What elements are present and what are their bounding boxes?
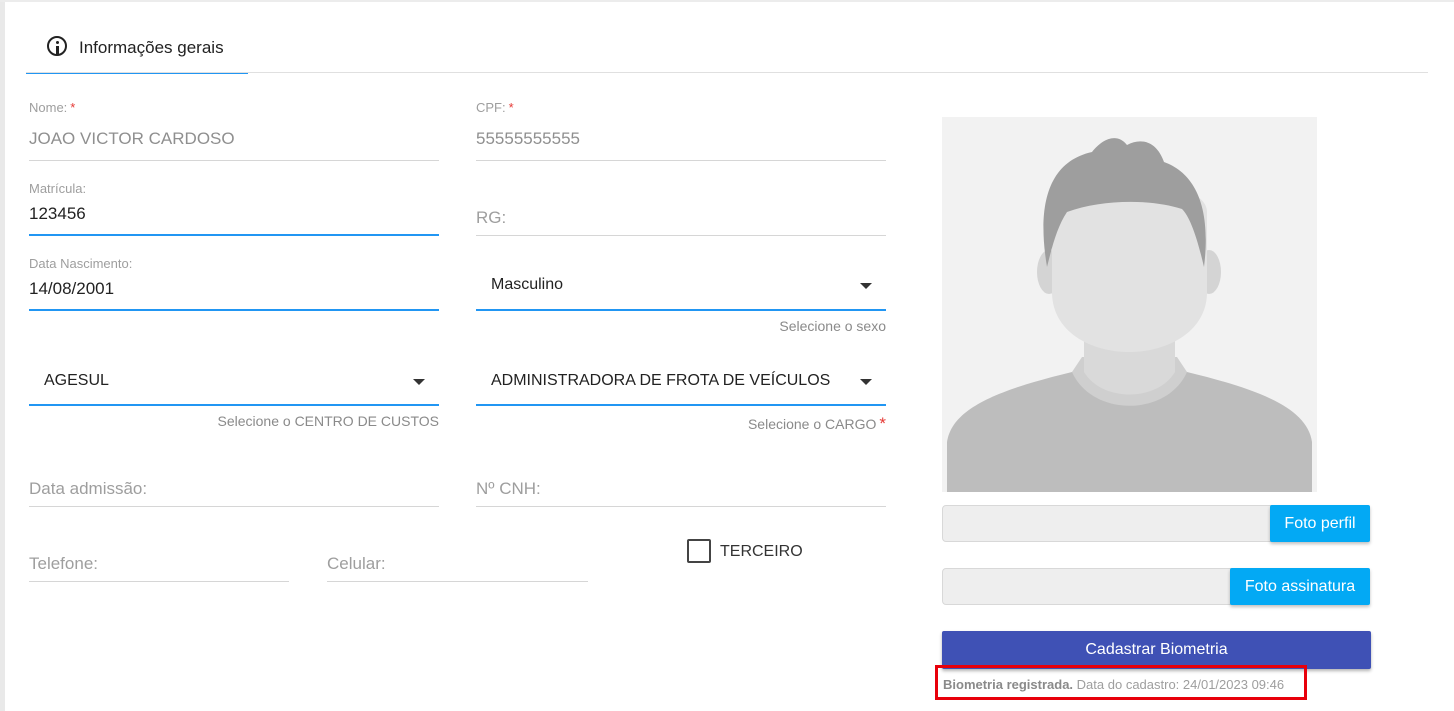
data-nascimento-value: 14/08/2001 xyxy=(29,279,115,298)
celular-field[interactable]: Celular: xyxy=(327,535,588,582)
cnh-field[interactable]: Nº CNH: xyxy=(476,460,886,507)
cargo-select[interactable]: ADMINISTRADORA DE FROTA DE VEÍCULOS xyxy=(476,360,886,406)
centro-custos-hint: Selecione o CENTRO DE CUSTOS xyxy=(217,413,439,429)
telefone-placeholder: Telefone: xyxy=(29,554,98,573)
nome-field[interactable]: Nome: * JOAO VICTOR CARDOSO xyxy=(29,100,439,161)
nome-value: JOAO VICTOR CARDOSO xyxy=(29,129,235,148)
rg-field[interactable]: RG: xyxy=(476,181,886,236)
sexo-select[interactable]: Masculino xyxy=(476,265,886,311)
biometria-status-highlight: Biometria registrada. Data do cadastro: … xyxy=(935,665,1307,700)
terceiro-label: TERCEIRO xyxy=(720,543,803,560)
cpf-label: CPF: * xyxy=(476,100,514,115)
sexo-hint: Selecione o sexo xyxy=(779,318,886,334)
chevron-down-icon xyxy=(413,379,425,385)
matricula-label: Matrícula: xyxy=(29,181,87,196)
foto-assinatura-file-input[interactable]: Foto assinatura xyxy=(942,568,1370,605)
celular-placeholder: Celular: xyxy=(327,554,386,573)
data-nascimento-label: Data Nascimento: xyxy=(29,256,133,271)
chevron-down-icon xyxy=(860,379,872,385)
cpf-value: 55555555555 xyxy=(476,129,581,148)
foto-perfil-file-input[interactable]: Foto perfil xyxy=(942,505,1370,542)
biometria-status: Biometria registrada. Data do cadastro: … xyxy=(943,677,1285,692)
data-admissao-placeholder: Data admissão: xyxy=(29,479,148,498)
data-admissao-field[interactable]: Data admissão: xyxy=(29,460,439,507)
sexo-value: Masculino xyxy=(491,276,564,293)
data-nascimento-field[interactable]: Data Nascimento: 14/08/2001 xyxy=(29,256,439,311)
foto-perfil-button[interactable]: Foto perfil xyxy=(1270,505,1370,542)
centro-custos-select[interactable]: AGESUL xyxy=(29,360,439,406)
foto-assinatura-button[interactable]: Foto assinatura xyxy=(1230,568,1370,605)
cargo-value: ADMINISTRADORA DE FROTA DE VEÍCULOS xyxy=(491,372,831,389)
terceiro-checkbox[interactable] xyxy=(687,539,711,563)
info-icon xyxy=(47,36,67,56)
cpf-field[interactable]: CPF: * 55555555555 xyxy=(476,100,886,161)
matricula-field[interactable]: Matrícula: 123456 xyxy=(29,181,439,236)
profile-photo xyxy=(942,117,1317,492)
centro-custos-value: AGESUL xyxy=(44,372,109,389)
chevron-down-icon xyxy=(860,283,872,289)
matricula-value: 123456 xyxy=(29,204,86,223)
cadastrar-biometria-button[interactable]: Cadastrar Biometria xyxy=(942,631,1371,669)
nome-label: Nome: * xyxy=(29,100,76,115)
window-top-edge xyxy=(0,0,1454,2)
window-left-edge xyxy=(0,0,5,711)
tab-label: Informações gerais xyxy=(79,38,224,57)
avatar-placeholder-icon xyxy=(947,138,1312,492)
tab-informacoes-gerais[interactable]: Informações gerais xyxy=(26,30,248,74)
telefone-field[interactable]: Telefone: xyxy=(29,535,289,582)
cnh-placeholder: Nº CNH: xyxy=(476,479,541,498)
tab-divider xyxy=(26,72,1428,73)
cargo-hint: Selecione o CARGO * xyxy=(747,414,886,433)
rg-placeholder: RG: xyxy=(476,208,507,227)
